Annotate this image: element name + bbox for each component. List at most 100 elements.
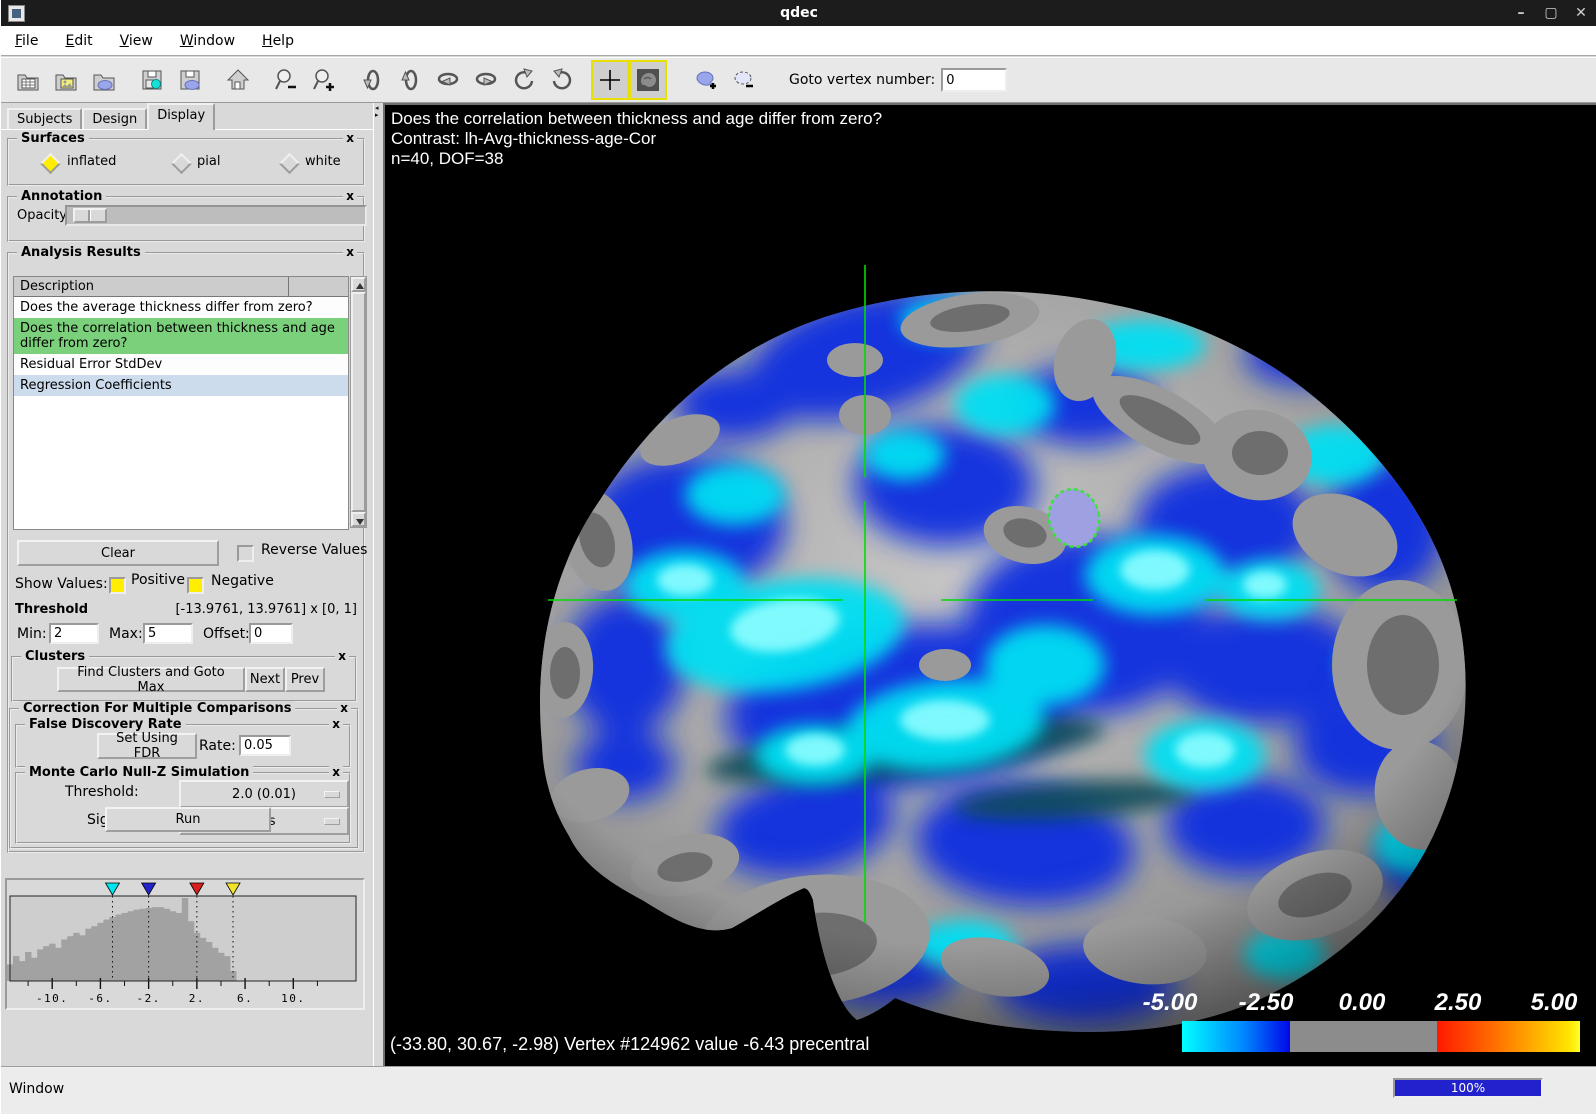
close-icon[interactable]: ✕ xyxy=(1573,5,1589,21)
radio-pial[interactable] xyxy=(171,153,192,174)
fdr-close-icon[interactable]: x xyxy=(329,718,343,731)
mc-threshold-dropdown[interactable]: 2.0 (0.01) xyxy=(179,780,349,808)
analysis-results-close-icon[interactable]: x xyxy=(343,246,357,259)
analysis-results-list: Does the average thickness differ from z… xyxy=(14,297,348,396)
load-project-file-icon[interactable] xyxy=(47,60,85,100)
load-label-icon[interactable] xyxy=(85,60,123,100)
radio-pial-label[interactable]: pial xyxy=(197,154,220,169)
threshold-marker-negative-min[interactable] xyxy=(142,883,156,895)
find-clusters-button[interactable]: Find Clusters and Goto Max xyxy=(57,667,245,692)
surface-viewport: Does the correlation between thickness a… xyxy=(383,103,1596,1066)
radio-inflated-label[interactable]: inflated xyxy=(67,154,116,169)
menu-window[interactable]: Window xyxy=(180,33,235,49)
rotate-clockwise-icon[interactable] xyxy=(543,60,581,100)
surfaces-close-icon[interactable]: x xyxy=(343,132,357,145)
scroll-down-icon[interactable] xyxy=(351,512,366,527)
tab-subjects[interactable]: Subjects xyxy=(7,108,82,130)
optionmenu-indicator-icon xyxy=(324,818,340,825)
analysis-results-scrollbar[interactable] xyxy=(350,276,367,528)
threshold-marker-positive-min[interactable] xyxy=(190,883,204,895)
clear-button[interactable]: Clear xyxy=(17,540,219,566)
threshold-marker-positive-max[interactable] xyxy=(226,883,240,895)
menu-file[interactable]: File xyxy=(15,33,38,49)
analysis-result-row[interactable]: Does the average thickness differ from z… xyxy=(14,297,348,318)
positive-label[interactable]: Positive xyxy=(131,572,185,588)
maximize-icon[interactable]: ▢ xyxy=(1543,5,1559,21)
save-data-table-icon[interactable] xyxy=(133,60,171,100)
threshold-histogram[interactable]: -10.-6.-2.2.6.10. xyxy=(5,878,365,1010)
positive-checkbox[interactable] xyxy=(109,577,126,594)
tab-design[interactable]: Design xyxy=(82,108,147,130)
analysis-result-row[interactable]: Residual Error StdDev xyxy=(14,354,348,375)
rotate-up-icon[interactable] xyxy=(353,60,391,100)
offset-input[interactable] xyxy=(249,623,293,644)
run-simulation-button[interactable]: Run xyxy=(105,807,271,832)
colorbar-label: -2.50 xyxy=(1218,989,1314,1017)
analysis-results-title: Analysis Results xyxy=(17,245,145,260)
max-input[interactable] xyxy=(143,623,193,644)
max-label: Max: xyxy=(109,626,143,642)
offset-label: Offset: xyxy=(203,626,250,642)
radio-white-label[interactable]: white xyxy=(305,154,341,169)
zoom-out-icon[interactable] xyxy=(267,60,305,100)
contrast-text: Contrast: lh-Avg-thickness-age-Cor xyxy=(391,129,882,149)
clusters-group-title: Clusters xyxy=(21,649,89,664)
scroll-up-icon[interactable] xyxy=(351,277,366,292)
menu-help[interactable]: Help xyxy=(262,33,294,49)
panel-tabs: Subjects Design Display xyxy=(7,105,215,130)
show-curvature-brain-icon[interactable] xyxy=(629,60,667,100)
colorbar-labels: -5.00 -2.50 0.00 2.50 5.00 xyxy=(1122,989,1596,1017)
fdr-rate-input[interactable] xyxy=(239,735,291,756)
annotation-group-title: Annotation xyxy=(17,189,106,204)
zoom-in-icon[interactable] xyxy=(305,60,343,100)
reverse-values-checkbox[interactable] xyxy=(237,545,254,562)
opacity-slider[interactable] xyxy=(65,205,367,226)
save-label-icon[interactable] xyxy=(171,60,209,100)
description-column-header[interactable]: Description xyxy=(14,277,289,296)
sash-arrows-icon[interactable]: ◂▸ xyxy=(375,105,379,119)
min-input[interactable] xyxy=(49,623,99,644)
reverse-values-label[interactable]: Reverse Values xyxy=(261,542,367,558)
restore-view-home-icon[interactable] xyxy=(219,60,257,100)
load-data-table-icon[interactable] xyxy=(9,60,47,100)
prev-cluster-button[interactable]: Prev xyxy=(285,667,325,692)
rate-label: Rate: xyxy=(199,738,236,754)
clusters-close-icon[interactable]: x xyxy=(335,650,349,663)
brain-surface-render[interactable] xyxy=(385,105,1596,1066)
colorbar xyxy=(1182,1021,1580,1052)
tab-display[interactable]: Display xyxy=(147,103,215,130)
show-cursor-crosshair-icon[interactable] xyxy=(591,60,629,100)
opacity-slider-thumb[interactable] xyxy=(73,208,107,223)
svg-text:6.: 6. xyxy=(237,992,253,1005)
negative-label[interactable]: Negative xyxy=(211,573,274,589)
analysis-results-header[interactable]: Description xyxy=(14,277,348,297)
scroll-thumb[interactable] xyxy=(351,292,366,512)
threshold-marker-negative-max[interactable] xyxy=(105,883,119,895)
colorbar-label: 5.00 xyxy=(1506,989,1596,1017)
rotate-right-icon[interactable] xyxy=(467,60,505,100)
rotate-down-icon[interactable] xyxy=(391,60,429,100)
correction-close-icon[interactable]: x xyxy=(337,702,351,715)
statusbar-text: Window xyxy=(9,1081,64,1097)
rotate-counterclockwise-icon[interactable] xyxy=(505,60,543,100)
menu-edit[interactable]: Edit xyxy=(65,33,92,49)
svg-text:-10.: -10. xyxy=(36,992,69,1005)
vertex-status-line: (-33.80, 30.67, -2.98) Vertex #124962 va… xyxy=(390,1034,869,1055)
analysis-result-row[interactable]: Does the correlation between thickness a… xyxy=(14,318,348,354)
analysis-result-row[interactable]: Regression Coefficients xyxy=(14,375,348,396)
goto-vertex-input[interactable] xyxy=(941,68,1007,92)
menu-view[interactable]: View xyxy=(120,33,153,49)
annotation-close-icon[interactable]: x xyxy=(343,190,357,203)
montecarlo-close-icon[interactable]: x xyxy=(329,766,343,779)
colorbar-label: -5.00 xyxy=(1122,989,1218,1017)
radio-white[interactable] xyxy=(279,153,300,174)
radio-inflated[interactable] xyxy=(40,153,61,174)
next-cluster-button[interactable]: Next xyxy=(245,667,285,692)
rotate-left-icon[interactable] xyxy=(429,60,467,100)
set-using-fdr-button[interactable]: Set Using FDR xyxy=(97,733,197,759)
remove-selection-label-icon[interactable] xyxy=(725,60,763,100)
opacity-label: Opacity: xyxy=(17,208,70,223)
negative-checkbox[interactable] xyxy=(187,577,204,594)
minimize-icon[interactable]: – xyxy=(1513,5,1529,21)
add-selection-label-icon[interactable] xyxy=(687,60,725,100)
